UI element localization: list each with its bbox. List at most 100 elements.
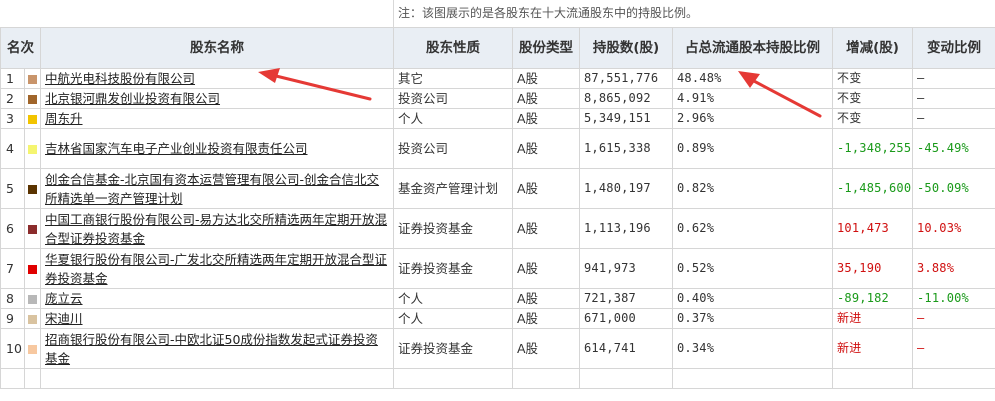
ratio-cell: 48.48%: [672, 68, 833, 89]
legend-swatch: [28, 295, 37, 304]
rank-cell: 7: [0, 248, 25, 289]
holder-name-link[interactable]: 庞立云: [45, 291, 83, 306]
note-row: 注：该图展示的是各股东在十大流通股东中的持股比例。: [0, 0, 995, 27]
change-ratio-cell: —: [912, 328, 995, 369]
holder-name-link[interactable]: 创金合信基金-北京国有资本运营管理有限公司-创金合信北交所精选单一资产管理计划: [45, 172, 379, 206]
legend-swatch: [28, 115, 37, 124]
change-cell: 新进: [832, 328, 913, 369]
header-shares: 持股数(股): [579, 27, 673, 69]
holder-name-link[interactable]: 中航光电科技股份有限公司: [45, 71, 195, 86]
legend-swatch: [28, 345, 37, 354]
header-change: 增减(股): [832, 27, 913, 69]
holder-name-link[interactable]: 华夏银行股份有限公司-广发北交所精选两年定期开放混合型证券投资基金: [45, 252, 387, 286]
change-cell: -1,348,255: [832, 128, 913, 169]
change-ratio-cell: -50.09%: [912, 168, 995, 209]
legend-swatch: [28, 225, 37, 234]
change-cell: -89,182: [832, 288, 913, 309]
rank-cell: 5: [0, 168, 25, 209]
change-cell: 35,190: [832, 248, 913, 289]
holder-name-cell: 庞立云: [40, 288, 394, 309]
change-ratio-cell: -45.49%: [912, 128, 995, 169]
share-type-cell: A股: [512, 208, 580, 249]
ratio-cell: 0.37%: [672, 308, 833, 329]
holder-name-cell: 周东升: [40, 108, 394, 129]
holder-nature-cell: 证券投资基金: [393, 208, 513, 249]
table-header: 名次 股东名称 股东性质 股份类型 持股数(股) 占总流通股本持股比例 增减(股…: [0, 27, 995, 69]
holder-name-link[interactable]: 吉林省国家汽车电子产业创业投资有限责任公司: [45, 141, 308, 156]
ratio-cell: 0.82%: [672, 168, 833, 209]
holder-name-link[interactable]: 北京银河鼎发创业投资有限公司: [45, 91, 220, 106]
rank-cell: 9: [0, 308, 25, 329]
header-ratio: 占总流通股本持股比例: [672, 27, 833, 69]
shareholder-table: 名次 股东名称 股东性质 股份类型 持股数(股) 占总流通股本持股比例 增减(股…: [0, 27, 995, 389]
shares-cell: 671,000: [579, 308, 673, 329]
change-cell: 不变: [832, 68, 913, 89]
change-ratio-cell: -11.00%: [912, 288, 995, 309]
holder-name-cell: 吉林省国家汽车电子产业创业投资有限责任公司: [40, 128, 394, 169]
holder-name-cell: 北京银河鼎发创业投资有限公司: [40, 88, 394, 109]
header-rank: 名次: [0, 27, 41, 69]
ratio-cell: 0.40%: [672, 288, 833, 309]
share-type-cell: A股: [512, 88, 580, 109]
holder-nature-cell: 基金资产管理计划: [393, 168, 513, 209]
ratio-cell: 2.96%: [672, 108, 833, 129]
shares-cell: 941,973: [579, 248, 673, 289]
legend-swatch: [28, 315, 37, 324]
ratio-cell: 0.34%: [672, 328, 833, 369]
shares-cell: 1,113,196: [579, 208, 673, 249]
holder-name-cell: 招商银行股份有限公司-中欧北证50成份指数发起式证券投资基金: [40, 328, 394, 369]
shares-cell: 8,865,092: [579, 88, 673, 109]
table-row: 5 创金合信基金-北京国有资本运营管理有限公司-创金合信北交所精选单一资产管理计划…: [0, 168, 995, 209]
table-row: 3 周东升 个人 A股 5,349,151 2.96% 不变 —: [0, 108, 995, 129]
legend-swatch-cell: [24, 308, 41, 329]
chart-note: 注：该图展示的是各股东在十大流通股东中的持股比例。: [393, 0, 995, 27]
holder-name-link[interactable]: 宋迪川: [45, 311, 83, 326]
legend-swatch-cell: [24, 128, 41, 169]
ratio-cell: 0.52%: [672, 248, 833, 289]
holder-nature-cell: 个人: [393, 288, 513, 309]
legend-swatch-cell: [24, 68, 41, 89]
rank-cell: 3: [0, 108, 25, 129]
holder-name-link[interactable]: 周东升: [45, 111, 83, 126]
table-row: 4 吉林省国家汽车电子产业创业投资有限责任公司 投资公司 A股 1,615,338 0.8…: [0, 128, 995, 169]
legend-swatch-cell: [24, 168, 41, 209]
holder-name-cell: 创金合信基金-北京国有资本运营管理有限公司-创金合信北交所精选单一资产管理计划: [40, 168, 394, 209]
change-ratio-cell: —: [912, 88, 995, 109]
legend-swatch-cell: [24, 248, 41, 289]
header-change-ratio: 变动比例: [912, 27, 995, 69]
rank-cell: 4: [0, 128, 25, 169]
share-type-cell: A股: [512, 308, 580, 329]
share-type-cell: A股: [512, 288, 580, 309]
table-row-partial: [0, 368, 995, 389]
table-row: 9 宋迪川 个人 A股 671,000 0.37% 新进 —: [0, 308, 995, 329]
change-ratio-cell: 10.03%: [912, 208, 995, 249]
holder-name-link[interactable]: 中国工商银行股份有限公司-易方达北交所精选两年定期开放混合型证券投资基金: [45, 212, 387, 246]
holder-nature-cell: 投资公司: [393, 88, 513, 109]
legend-swatch: [28, 145, 37, 154]
holder-name-link[interactable]: 招商银行股份有限公司-中欧北证50成份指数发起式证券投资基金: [45, 332, 378, 366]
legend-swatch-cell: [24, 108, 41, 129]
change-cell: 101,473: [832, 208, 913, 249]
legend-swatch-cell: [24, 288, 41, 309]
rank-cell: 6: [0, 208, 25, 249]
header-share-type: 股份类型: [512, 27, 580, 69]
legend-swatch-cell: [24, 328, 41, 369]
share-type-cell: A股: [512, 248, 580, 289]
table-row: 6 中国工商银行股份有限公司-易方达北交所精选两年定期开放混合型证券投资基金 证券投…: [0, 208, 995, 249]
change-cell: 新进: [832, 308, 913, 329]
rank-cell: 10: [0, 328, 25, 369]
table-row: 10 招商银行股份有限公司-中欧北证50成份指数发起式证券投资基金 证券投资基金 A股…: [0, 328, 995, 369]
ratio-cell: 0.89%: [672, 128, 833, 169]
share-type-cell: A股: [512, 68, 580, 89]
change-ratio-cell: —: [912, 108, 995, 129]
holder-name-cell: 中航光电科技股份有限公司: [40, 68, 394, 89]
table-row: 8 庞立云 个人 A股 721,387 0.40% -89,182 -11.00%: [0, 288, 995, 309]
ratio-cell: 4.91%: [672, 88, 833, 109]
change-ratio-cell: —: [912, 308, 995, 329]
legend-swatch: [28, 75, 37, 84]
rank-cell: 2: [0, 88, 25, 109]
header-name: 股东名称: [40, 27, 394, 69]
change-cell: -1,485,600: [832, 168, 913, 209]
holder-name-cell: 中国工商银行股份有限公司-易方达北交所精选两年定期开放混合型证券投资基金: [40, 208, 394, 249]
holder-nature-cell: 证券投资基金: [393, 328, 513, 369]
